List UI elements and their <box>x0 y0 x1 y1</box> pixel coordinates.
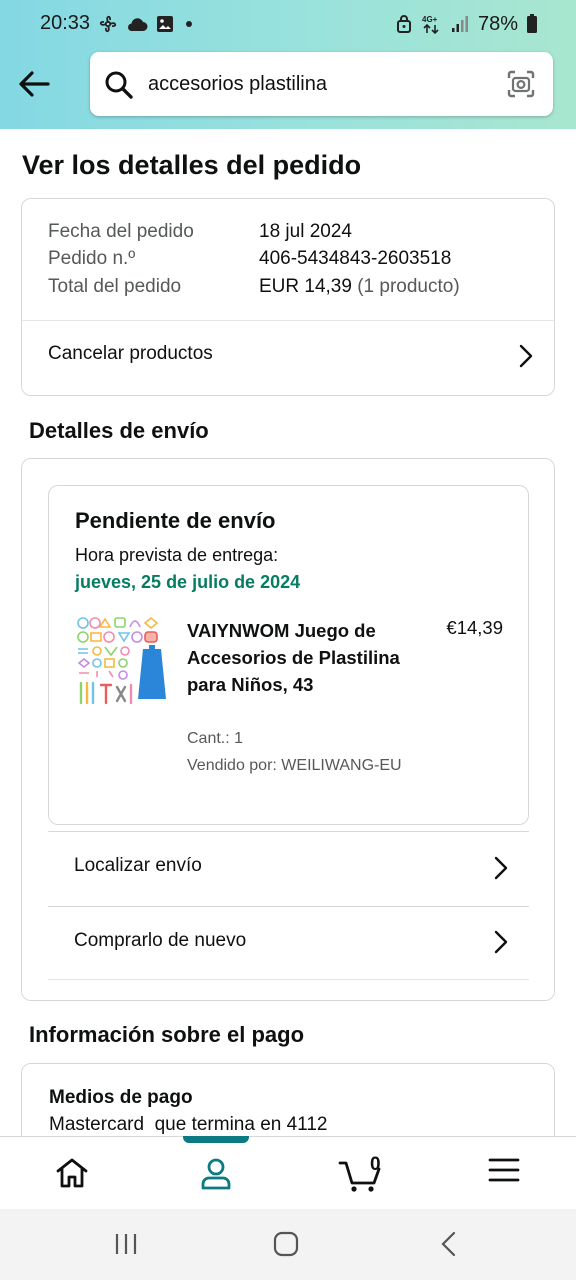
home-icon <box>56 1158 88 1188</box>
network-4g-icon: 4G+ <box>422 15 439 35</box>
order-date-label: Fecha del pedido <box>48 221 194 242</box>
svg-text:4G+: 4G+ <box>422 15 438 24</box>
buy-again-label: Comprarlo de nuevo <box>74 930 247 951</box>
home-button-icon[interactable] <box>273 1231 299 1257</box>
chevron-right-icon <box>519 344 533 368</box>
buy-again-button[interactable]: Comprarlo de nuevo <box>48 907 529 979</box>
cloud-icon <box>128 18 148 31</box>
nav-home[interactable] <box>0 1137 144 1210</box>
order-total-label: Total del pedido <box>48 276 182 297</box>
cart-icon <box>338 1161 381 1192</box>
fan-icon <box>99 15 117 33</box>
status-bar: 20:33 4G+ 78% <box>0 0 576 48</box>
product-image[interactable] <box>75 615 167 707</box>
dot-icon <box>186 21 192 27</box>
search-icon <box>105 71 133 99</box>
payment-method-value: Mastercard que termina en 4112 <box>49 1114 328 1135</box>
order-number-value: 406-5434843-2603518 <box>259 248 452 269</box>
nav-account[interactable] <box>144 1136 288 1210</box>
chevron-right-icon <box>494 856 508 880</box>
order-total-value: EUR 14,39 (1 producto) <box>259 276 460 298</box>
track-shipment-label: Localizar envío <box>74 855 202 876</box>
track-shipment-button[interactable]: Localizar envío <box>48 832 529 906</box>
order-summary-card: Fecha del pedido 18 jul 2024 Pedido n.º … <box>21 198 555 396</box>
divider <box>48 979 529 980</box>
active-tab-indicator <box>183 1136 249 1143</box>
shipping-card: Pendiente de envío Hora prevista de entr… <box>21 458 555 1001</box>
order-total-count: (1 producto) <box>357 276 460 297</box>
shipment-status: Pendiente de envío <box>75 508 276 533</box>
app-header: 20:33 4G+ 78% accesorios plastilina <box>0 0 576 129</box>
status-time: 20:33 <box>40 12 91 34</box>
account-icon <box>201 1158 231 1190</box>
product-price: €14,39 <box>446 617 503 638</box>
payment-section-title: Información sobre el pago <box>29 1022 305 1047</box>
battery-icon <box>527 14 537 33</box>
arrow-left-icon <box>19 71 50 97</box>
order-number-label: Pedido n.º <box>48 248 136 269</box>
signal-icon <box>451 16 468 32</box>
lock-icon <box>396 15 411 33</box>
search-input[interactable]: accesorios plastilina <box>90 52 553 116</box>
order-total-amount: EUR 14,39 <box>259 276 352 297</box>
order-date-value: 18 jul 2024 <box>259 221 352 242</box>
nav-menu[interactable] <box>432 1137 576 1210</box>
cancel-products-button[interactable]: Cancelar productos <box>22 321 554 395</box>
image-icon <box>157 16 173 32</box>
battery-level: 78% <box>477 12 518 35</box>
chevron-right-icon <box>494 930 508 954</box>
product-quantity: Cant.: 1 <box>187 730 244 747</box>
bottom-nav: 0 <box>0 1136 576 1209</box>
shipment-box: Pendiente de envío Hora prevista de entr… <box>48 485 529 825</box>
nav-cart[interactable]: 0 <box>288 1137 432 1210</box>
shipping-section-title: Detalles de envío <box>29 418 209 443</box>
product-seller: Vendido por: WEILIWANG-EU <box>187 757 402 774</box>
camera-search-icon[interactable] <box>506 69 536 99</box>
menu-icon <box>488 1158 520 1182</box>
payment-method-title: Medios de pago <box>49 1087 193 1108</box>
system-back-icon[interactable] <box>437 1231 461 1257</box>
system-navigation-bar <box>0 1209 576 1280</box>
recent-apps-icon[interactable] <box>113 1231 139 1257</box>
delivery-eta-date: jueves, 25 de julio de 2024 <box>75 572 301 592</box>
delivery-eta-label: Hora prevista de entrega: <box>75 545 279 565</box>
notification-icons <box>98 14 196 34</box>
back-button[interactable] <box>14 64 54 104</box>
page-title: Ver los detalles del pedido <box>22 150 362 180</box>
search-query: accesorios plastilina <box>148 73 327 95</box>
system-icons: 4G+ 78% <box>396 12 538 36</box>
product-title[interactable]: VAIYNWOM Juego de Accesorios de Plastili… <box>187 617 417 698</box>
cancel-products-label: Cancelar productos <box>48 343 213 364</box>
